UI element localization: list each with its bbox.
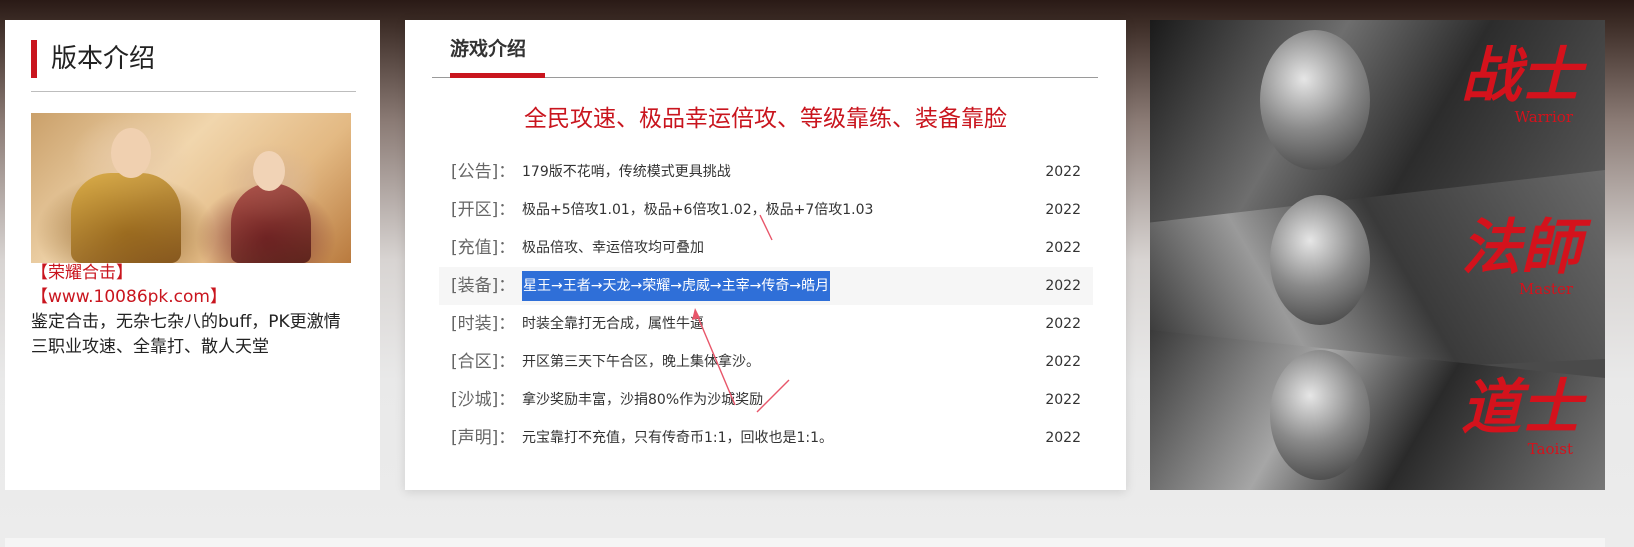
item-tag: [充值]： <box>451 238 516 258</box>
item-text[interactable]: 极品倍攻、幸运倍攻均可叠加 <box>522 229 704 267</box>
server-name-line[interactable]: 【荣耀合击】 <box>31 261 133 285</box>
class-cn: 法師 <box>1461 213 1581 283</box>
item-date: 2022 <box>1045 164 1081 180</box>
intro-tab-bar: 游戏介绍 <box>432 20 1098 78</box>
item-tag: [公告]： <box>451 162 516 182</box>
item-text[interactable]: 开区第三天下午合区，晚上集体拿沙。 <box>522 343 760 381</box>
mage-portrait <box>1270 195 1370 325</box>
class-label-mage: 法師 Master <box>1461 216 1581 298</box>
version-intro-title: 版本介绍 <box>51 44 156 74</box>
list-item[interactable]: [充值]： 极品倍攻、幸运倍攻均可叠加 2022 <box>439 229 1093 267</box>
warrior-face <box>111 128 151 178</box>
feature-line-1: 鉴定合击，无杂七杂八的buff，PK更激情 <box>31 312 341 332</box>
item-text[interactable]: 179版不花哨，传统模式更具挑战 <box>522 153 731 191</box>
item-text[interactable]: 元宝靠打不充值，只有传奇币1:1，回收也是1:1。 <box>522 419 833 457</box>
item-tag: [合区]： <box>451 352 516 372</box>
next-section-strip <box>5 538 1605 547</box>
tab-game-intro[interactable]: 游戏介绍 <box>450 36 526 62</box>
item-date: 2022 <box>1045 430 1081 446</box>
item-date: 2022 <box>1045 392 1081 408</box>
item-date: 2022 <box>1045 202 1081 218</box>
version-intro-card: 版本介绍 【荣耀合击】 【www.10086pk.com】 鉴定合击，无杂七杂八… <box>5 20 380 490</box>
item-tag: [沙城]： <box>451 390 516 410</box>
item-text[interactable]: 拿沙奖励丰富，沙捐80%作为沙城奖励 <box>522 381 763 419</box>
heroine-face <box>253 151 285 191</box>
item-tag: [开区]： <box>451 200 516 220</box>
item-tag: [时装]： <box>451 314 516 334</box>
warrior-portrait <box>1260 30 1370 170</box>
list-item[interactable]: [合区]： 开区第三天下午合区，晚上集体拿沙。 2022 <box>439 343 1093 381</box>
server-url-link[interactable]: 【www.10086pk.com】 <box>31 285 227 309</box>
warrior-figure <box>71 173 181 263</box>
intro-list: [公告]： 179版不花哨，传统模式更具挑战 2022 [开区]： 极品+5倍攻… <box>439 153 1093 457</box>
item-tag: [装备]： <box>451 276 516 296</box>
active-tab-indicator <box>450 73 545 78</box>
version-intro-header: 版本介绍 <box>31 40 356 92</box>
item-date: 2022 <box>1045 240 1081 256</box>
heroine-figure <box>231 183 311 263</box>
class-showcase-banner[interactable]: 战士 Warrior 法師 Master 道士 Taoist <box>1150 20 1605 490</box>
list-item[interactable]: [公告]： 179版不花哨，传统模式更具挑战 2022 <box>439 153 1093 191</box>
list-item[interactable]: [沙城]： 拿沙奖励丰富，沙捐80%作为沙城奖励 2022 <box>439 381 1093 419</box>
title-accent-bar <box>31 40 37 78</box>
feature-line-2: 三职业攻速、全靠打、散人天堂 <box>31 337 269 357</box>
class-label-warrior: 战士 Warrior <box>1461 44 1581 126</box>
item-tag: [声明]： <box>451 428 516 448</box>
class-cn: 战士 <box>1461 41 1581 111</box>
promo-artwork-image[interactable] <box>31 113 351 263</box>
item-text-selected[interactable]: 星王→王者→天龙→荣耀→虎威→主宰→传奇→皓月 <box>522 271 831 301</box>
game-intro-card: 游戏介绍 全民攻速、极品幸运倍攻、等级靠练、装备靠脸 [公告]： 179版不花哨… <box>405 20 1126 490</box>
item-date: 2022 <box>1045 354 1081 370</box>
taoist-portrait <box>1270 350 1370 480</box>
intro-headline: 全民攻速、极品幸运倍攻、等级靠练、装备靠脸 <box>524 106 1007 132</box>
list-item[interactable]: [开区]： 极品+5倍攻1.01，极品+6倍攻1.02，极品+7倍攻1.03 2… <box>439 191 1093 229</box>
list-item[interactable]: [声明]： 元宝靠打不充值，只有传奇币1:1，回收也是1:1。 2022 <box>439 419 1093 457</box>
class-cn: 道士 <box>1461 373 1581 443</box>
item-date: 2022 <box>1045 278 1081 294</box>
item-text[interactable]: 时装全靠打无合成，属性牛逼 <box>522 305 704 343</box>
item-text[interactable]: 极品+5倍攻1.01，极品+6倍攻1.02，极品+7倍攻1.03 <box>522 191 873 229</box>
list-item-hovered[interactable]: [装备]： 星王→王者→天龙→荣耀→虎威→主宰→传奇→皓月 2022 <box>439 267 1093 305</box>
list-item[interactable]: [时装]： 时装全靠打无合成，属性牛逼 2022 <box>439 305 1093 343</box>
class-label-taoist: 道士 Taoist <box>1461 376 1581 458</box>
item-date: 2022 <box>1045 316 1081 332</box>
